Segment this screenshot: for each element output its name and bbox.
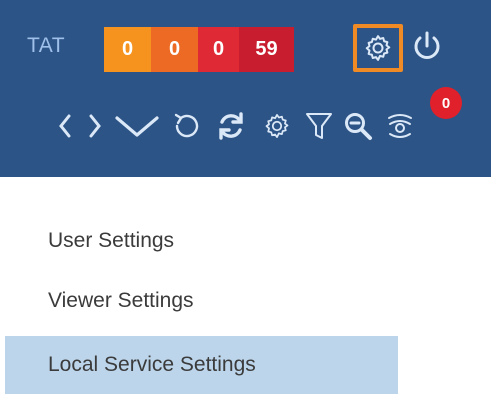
zoom-out-icon[interactable] <box>340 96 376 156</box>
menu-item-local-service-settings[interactable]: Local Service Settings <box>5 336 398 394</box>
tat-counter-1[interactable]: 0 <box>104 27 151 72</box>
power-icon <box>414 31 440 59</box>
undo-icon[interactable] <box>168 96 204 156</box>
gear-icon[interactable] <box>260 96 294 156</box>
chevron-down-icon[interactable] <box>112 96 162 156</box>
refresh-icon[interactable] <box>212 96 250 156</box>
tat-counter-3[interactable]: 0 <box>198 27 239 72</box>
notification-badge: 0 <box>430 87 462 119</box>
top-toolbar: TAT 0 0 0 59 0 <box>0 0 491 177</box>
chevron-right-icon[interactable] <box>85 96 105 156</box>
tat-counter-4[interactable]: 59 <box>239 27 294 72</box>
settings-icon <box>365 35 391 61</box>
power-button[interactable] <box>411 29 443 65</box>
tat-counters: 0 0 0 59 <box>104 27 294 72</box>
tat-counter-2[interactable]: 0 <box>151 27 198 72</box>
menu-item-user-settings[interactable]: User Settings <box>5 212 398 270</box>
menu-item-viewer-settings[interactable]: Viewer Settings <box>5 272 398 330</box>
tat-label: TAT <box>27 34 66 57</box>
viewer-nav-row <box>0 96 491 156</box>
filter-icon[interactable] <box>302 96 336 156</box>
settings-button[interactable] <box>353 24 403 72</box>
eye-icon[interactable] <box>380 96 420 156</box>
chevron-left-icon[interactable] <box>55 96 75 156</box>
